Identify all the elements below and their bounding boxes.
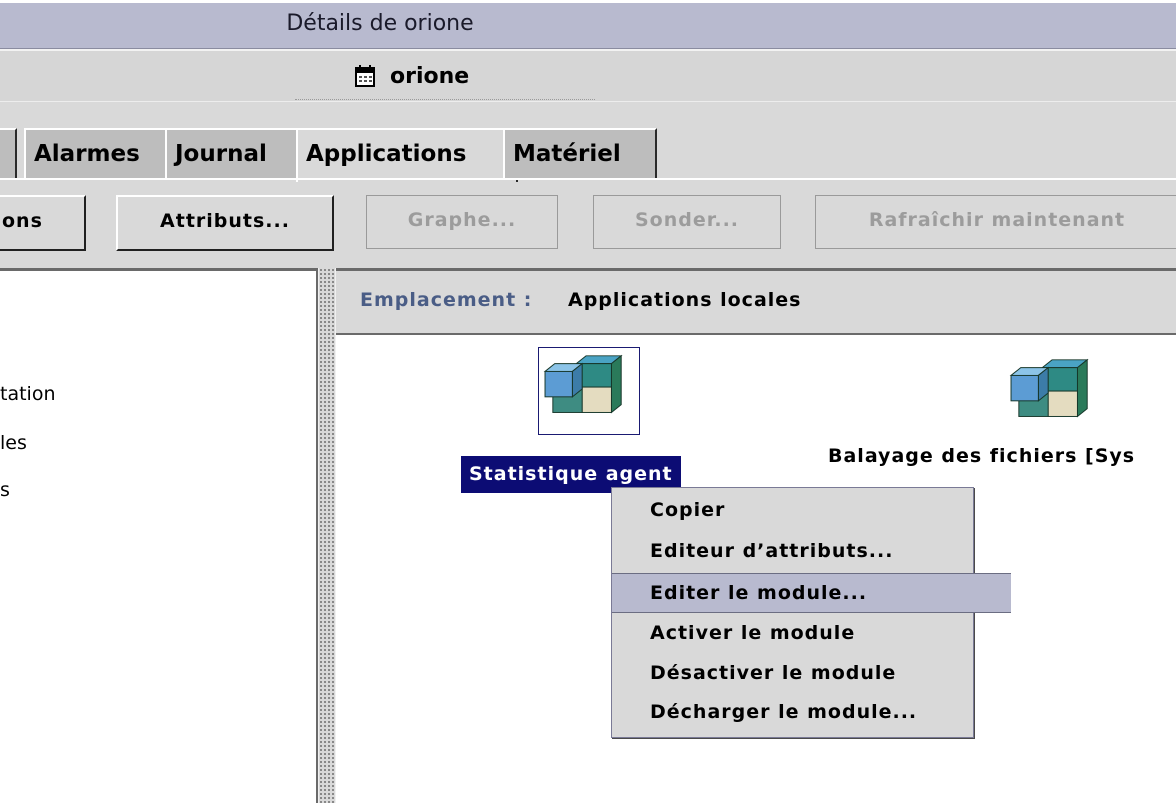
- sonder-button[interactable]: Sonder...: [593, 195, 781, 249]
- host-header: orione: [0, 49, 1176, 102]
- tab-materiel[interactable]: Matériel: [503, 128, 657, 180]
- tree-pane[interactable]: tation les s: [0, 268, 318, 803]
- tab-baseline: [0, 178, 1176, 180]
- location-label: Emplacement :: [360, 289, 533, 311]
- menu-item-editer-module[interactable]: Editer le module...: [612, 573, 1011, 613]
- module-cube-icon[interactable]: [538, 347, 640, 435]
- module-cube-icon[interactable]: [1004, 352, 1104, 436]
- tab-bar: Alarmes Journal Applications Matériel: [0, 103, 1176, 183]
- cut-off-button[interactable]: ons: [0, 195, 86, 251]
- pane-splitter[interactable]: [318, 268, 336, 803]
- tab-journal[interactable]: Journal: [165, 128, 311, 180]
- window-title-bar[interactable]: Détails de orione: [0, 0, 1176, 49]
- tree-item[interactable]: tation: [0, 383, 56, 405]
- graphe-button[interactable]: Graphe...: [366, 195, 558, 249]
- tab-applications[interactable]: Applications: [296, 128, 518, 182]
- tree-item[interactable]: s: [0, 479, 10, 501]
- location-value: Applications locales: [568, 289, 802, 311]
- tab-alarmes[interactable]: Alarmes: [24, 128, 180, 180]
- host-name: orione: [390, 64, 470, 89]
- location-bar: Emplacement : Applications locales: [336, 271, 1176, 335]
- tab-partial[interactable]: [0, 128, 17, 180]
- header-separator: [295, 99, 595, 100]
- window-title: Détails de orione: [286, 11, 474, 36]
- menu-item-decharger-module[interactable]: Décharger le module...: [612, 693, 1011, 731]
- tree-item[interactable]: les: [0, 432, 27, 454]
- menu-item-copier[interactable]: Copier: [612, 491, 1011, 529]
- context-menu: Copier Editeur d’attributs... Editer le …: [611, 487, 1011, 738]
- menu-item-editeur-attributs[interactable]: Editeur d’attributs...: [612, 532, 1011, 570]
- menu-item-desactiver-module[interactable]: Désactiver le module: [612, 654, 1011, 692]
- attributs-button[interactable]: Attributs...: [116, 195, 334, 251]
- calendar-icon: [355, 65, 375, 87]
- module-label[interactable]: Balayage des fichiers [Sys: [828, 445, 1135, 467]
- rafraichir-button[interactable]: Rafraîchir maintenant: [815, 195, 1176, 249]
- menu-item-activer-module[interactable]: Activer le module: [612, 614, 1011, 652]
